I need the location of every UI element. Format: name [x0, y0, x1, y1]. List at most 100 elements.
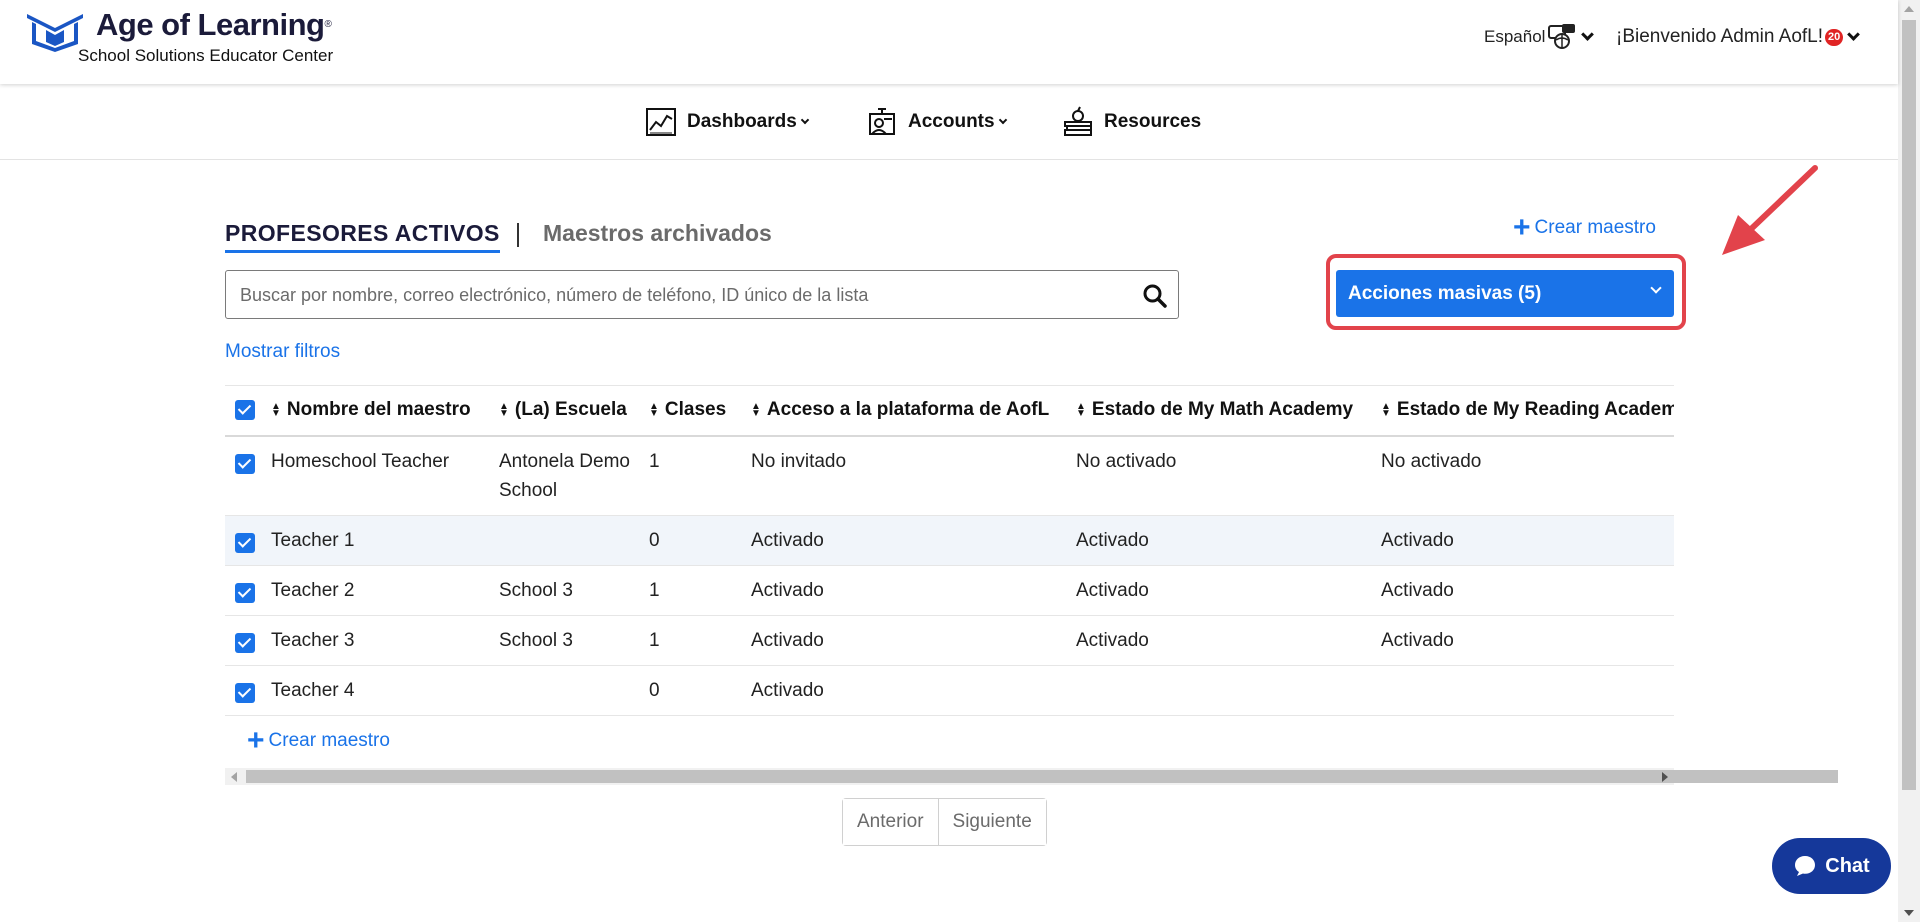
cell-school: Antonela Demo School — [493, 435, 643, 516]
cell-classes: 0 — [643, 515, 745, 566]
notification-badge[interactable]: 20 — [1825, 28, 1844, 46]
nav-label-accounts: Accounts — [908, 111, 995, 132]
sort-icon: ▲ ▼ — [271, 401, 281, 420]
teachers-table-container: ▲ ▼ Nombre del maestro ▲ ▼ (La) Escuela ▲ ▼ Cl… — [225, 385, 1674, 785]
horizontal-scroll-thumb[interactable] — [246, 770, 1838, 783]
table-row[interactable]: Teacher 1 0 Activado Activado Activado — [225, 515, 1674, 566]
table-header-row: ▲ ▼ Nombre del maestro ▲ ▼ (La) Escuela ▲ ▼ Cl… — [225, 385, 1674, 437]
show-filters-link[interactable]: Mostrar filtros — [225, 341, 340, 363]
cell-reading-status — [1375, 665, 1674, 716]
cell-school — [493, 515, 643, 566]
brand-subtitle: School Solutions Educator Center — [78, 46, 334, 65]
nav-item-resources[interactable]: Resources — [1062, 106, 1201, 138]
chevron-down-icon — [998, 115, 1007, 125]
user-menu[interactable]: ¡Bienvenido Admin AofL! 20 — [1616, 26, 1861, 48]
create-teacher-bottom-link[interactable]: + Crear maestro — [247, 724, 390, 757]
row-checkbox[interactable] — [235, 583, 255, 604]
cell-school: School 3 — [493, 565, 643, 616]
column-header-math-status[interactable]: ▲ ▼ Estado de My Math Academy — [1070, 385, 1375, 437]
cell-teacher-name[interactable]: Teacher 3 — [265, 615, 493, 666]
tab-archived-teachers[interactable]: Maestros archivados — [543, 220, 772, 247]
cell-math-status: Activado — [1070, 515, 1375, 566]
horizontal-scrollbar[interactable] — [225, 768, 1838, 785]
sort-icon: ▲ ▼ — [751, 401, 761, 420]
vertical-scroll-thumb[interactable] — [1902, 20, 1916, 790]
cell-platform-access: Activado — [745, 515, 1070, 566]
sort-icon: ▲ ▼ — [1076, 401, 1086, 420]
create-teacher-label: Crear maestro — [1534, 217, 1656, 238]
scroll-up-icon[interactable] — [1904, 6, 1914, 12]
row-checkbox[interactable] — [235, 683, 255, 704]
row-select-cell — [225, 565, 265, 616]
chat-button[interactable]: Chat — [1772, 838, 1891, 894]
table-row[interactable]: Teacher 4 0 Activado — [225, 665, 1674, 716]
scroll-down-icon[interactable] — [1904, 910, 1914, 916]
vertical-scrollbar[interactable] — [1898, 0, 1920, 922]
cell-teacher-name[interactable]: Teacher 2 — [265, 565, 493, 616]
cell-platform-access: Activado — [745, 615, 1070, 666]
nav-item-dashboards[interactable]: Dashboards — [645, 106, 810, 138]
column-header-reading-status[interactable]: ▲ ▼ Estado de My Reading Academy — [1375, 385, 1674, 437]
row-select-cell — [225, 435, 265, 516]
scroll-right-icon[interactable] — [1662, 772, 1668, 782]
bulk-actions-dropdown[interactable]: Acciones masivas (5) — [1336, 270, 1674, 317]
scroll-left-icon[interactable] — [231, 772, 237, 782]
cell-reading-status: Activado — [1375, 615, 1674, 666]
cell-classes: 1 — [643, 565, 745, 616]
column-label: (La) Escuela — [514, 399, 627, 421]
sort-icon: ▲ ▼ — [499, 401, 509, 420]
cell-reading-status: Activado — [1375, 515, 1674, 566]
cell-teacher-name[interactable]: Teacher 4 — [265, 665, 493, 716]
row-checkbox[interactable] — [235, 454, 255, 475]
tab-active-teachers[interactable]: PROFESORES ACTIVOS — [225, 220, 500, 253]
nav-label-resources: Resources — [1104, 111, 1202, 132]
column-label: Acceso a la plataforma de AofL — [766, 399, 1050, 421]
cell-math-status — [1070, 665, 1375, 716]
cell-teacher-name[interactable]: Homeschool Teacher — [265, 435, 493, 516]
annotation-arrow-icon — [1722, 165, 1818, 255]
bulk-actions-label: Acciones masivas (5) — [1348, 282, 1542, 304]
teachers-table: ▲ ▼ Nombre del maestro ▲ ▼ (La) Escuela ▲ ▼ Cl… — [225, 385, 1674, 716]
column-header-school[interactable]: ▲ ▼ (La) Escuela — [493, 385, 643, 437]
cell-platform-access: Activado — [745, 565, 1070, 616]
select-all-checkbox-cell — [225, 385, 265, 437]
books-apple-icon — [1064, 106, 1092, 136]
next-page-button[interactable]: Siguiente — [937, 799, 1046, 845]
search-icon[interactable] — [1142, 283, 1168, 309]
row-select-cell — [225, 665, 265, 716]
column-header-platform-access[interactable]: ▲ ▼ Acceso a la plataforma de AofL — [745, 385, 1070, 437]
language-label: Español — [1484, 27, 1546, 46]
cell-classes: 1 — [643, 435, 745, 516]
search-input[interactable] — [238, 281, 1118, 309]
cell-teacher-name[interactable]: Teacher 1 — [265, 515, 493, 566]
brand-logo[interactable]: Age of Learning® School Solutions Educat… — [24, 9, 333, 65]
column-header-name[interactable]: ▲ ▼ Nombre del maestro — [265, 385, 493, 437]
language-globe-icon — [1548, 24, 1576, 49]
cell-math-status: No activado — [1070, 435, 1375, 516]
teacher-board-icon — [869, 108, 895, 135]
chat-bubble-icon — [1795, 856, 1816, 876]
nav-item-accounts[interactable]: Accounts — [866, 106, 1007, 138]
row-checkbox[interactable] — [235, 533, 255, 554]
sort-icon: ▲ ▼ — [649, 401, 659, 420]
chevron-down-icon — [800, 115, 810, 125]
language-selector[interactable]: Español — [1484, 24, 1595, 50]
plus-icon: + — [247, 724, 265, 757]
column-label: Estado de My Math Academy — [1091, 399, 1354, 421]
pagination: Anterior Siguiente — [842, 798, 1047, 846]
cell-classes: 0 — [643, 665, 745, 716]
table-row[interactable]: Teacher 3 School 3 1 Activado Activado A… — [225, 615, 1674, 666]
column-header-classes[interactable]: ▲ ▼ Clases — [643, 385, 745, 437]
previous-page-button[interactable]: Anterior — [843, 799, 938, 845]
welcome-text: ¡Bienvenido Admin AofL! — [1616, 26, 1824, 47]
row-checkbox[interactable] — [235, 633, 255, 654]
table-row[interactable]: Homeschool Teacher Antonela Demo School … — [225, 435, 1674, 516]
chart-icon — [646, 108, 676, 136]
select-all-checkbox[interactable] — [235, 400, 255, 421]
logo-mark-icon — [27, 14, 83, 52]
chat-label: Chat — [1825, 854, 1870, 877]
plus-icon: + — [1513, 211, 1531, 244]
column-label: Nombre del maestro — [286, 399, 471, 421]
create-teacher-link[interactable]: + Crear maestro — [1513, 211, 1656, 244]
table-row[interactable]: Teacher 2 School 3 1 Activado Activado A… — [225, 565, 1674, 616]
